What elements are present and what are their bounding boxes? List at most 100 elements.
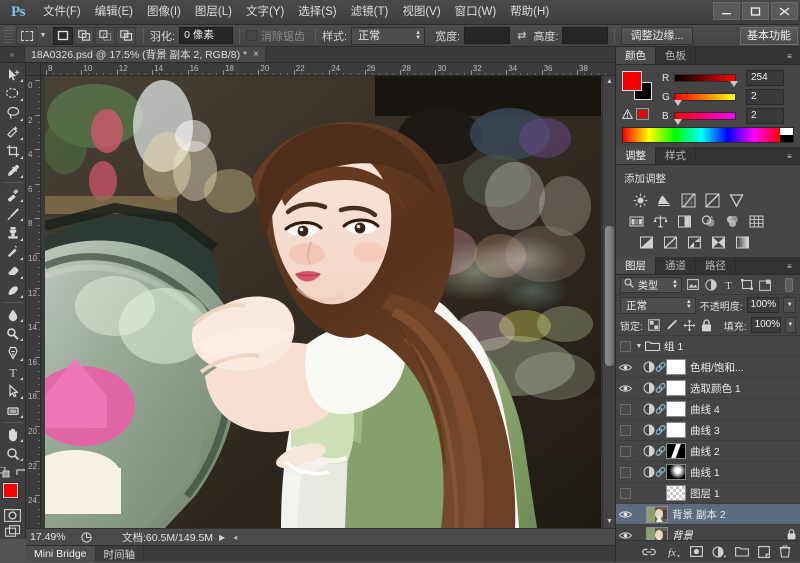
tab-layers[interactable]: 图层 bbox=[616, 257, 656, 274]
default-colors-icon[interactable] bbox=[0, 467, 10, 480]
channel-value-b[interactable]: 2 bbox=[746, 108, 784, 124]
foreground-color-swatch[interactable] bbox=[3, 483, 18, 498]
new-layer-icon[interactable] bbox=[758, 541, 770, 563]
layer-visibility-toggle[interactable] bbox=[616, 483, 634, 504]
channel-mixer-icon[interactable] bbox=[722, 212, 742, 230]
quick-selection-tool[interactable] bbox=[1, 123, 25, 142]
layer-thumbnail[interactable] bbox=[646, 506, 668, 523]
add-mask-icon[interactable] bbox=[690, 541, 703, 563]
tab-styles[interactable]: 样式 bbox=[656, 147, 696, 164]
opacity-value[interactable]: 100% bbox=[747, 297, 780, 313]
brightness-contrast-icon[interactable] bbox=[630, 191, 650, 209]
zoom-tool[interactable] bbox=[1, 444, 25, 463]
gradient-map-icon[interactable] bbox=[732, 233, 752, 251]
intersect-selection-icon[interactable] bbox=[116, 27, 136, 45]
channel-value-r[interactable]: 254 bbox=[746, 70, 784, 86]
levels-icon[interactable] bbox=[654, 191, 674, 209]
link-icon[interactable]: 🔗 bbox=[656, 446, 666, 457]
quick-mask-icon[interactable] bbox=[1, 508, 25, 524]
layer-visibility-toggle[interactable] bbox=[616, 378, 634, 399]
options-bar-grip[interactable] bbox=[4, 27, 14, 45]
table-row[interactable]: 🔗 曲线 1 bbox=[616, 462, 800, 483]
table-row[interactable]: 🔗 色相/饱和... bbox=[616, 357, 800, 378]
tab-timeline[interactable]: 时间轴 bbox=[96, 546, 145, 562]
history-brush-tool[interactable] bbox=[1, 243, 25, 262]
panel-menu-icon[interactable]: ≡ bbox=[783, 261, 796, 271]
curves-icon[interactable] bbox=[678, 191, 698, 209]
swap-colors-icon[interactable] bbox=[15, 467, 26, 480]
tab-channels[interactable]: 通道 bbox=[656, 257, 696, 274]
fill-value[interactable]: 100% bbox=[751, 317, 781, 333]
menu-filter[interactable]: 滤镜(T) bbox=[344, 0, 396, 25]
menu-help[interactable]: 帮助(H) bbox=[503, 0, 556, 25]
maximize-button[interactable] bbox=[742, 2, 769, 20]
shape-tool[interactable] bbox=[1, 401, 25, 420]
minimize-button[interactable] bbox=[713, 2, 740, 20]
fill-slider-caret-icon[interactable]: ▼ bbox=[785, 317, 796, 333]
scroll-down-arrow-icon[interactable]: ▼ bbox=[606, 518, 613, 525]
tab-color[interactable]: 颜色 bbox=[616, 47, 656, 64]
lock-transparency-icon[interactable] bbox=[647, 317, 661, 333]
invert-icon[interactable] bbox=[636, 233, 656, 251]
canvas-area[interactable]: ▲ ▼ bbox=[41, 76, 615, 528]
eyedropper-tool[interactable] bbox=[1, 161, 25, 180]
slider-b[interactable] bbox=[674, 112, 736, 120]
menu-type[interactable]: 文字(Y) bbox=[239, 0, 291, 25]
lock-position-icon[interactable] bbox=[682, 317, 696, 333]
type-tool[interactable]: T bbox=[1, 363, 25, 382]
hand-tool[interactable] bbox=[1, 425, 25, 444]
antialias-checkbox[interactable] bbox=[246, 30, 257, 41]
lasso-tool[interactable] bbox=[1, 103, 25, 122]
posterize-icon[interactable] bbox=[660, 233, 680, 251]
filter-type-icon[interactable]: T bbox=[721, 277, 736, 293]
layer-visibility-toggle[interactable] bbox=[616, 399, 634, 420]
new-group-icon[interactable] bbox=[735, 541, 749, 563]
new-selection-icon[interactable] bbox=[53, 27, 73, 45]
table-row[interactable]: 🔗 选取颜色 1 bbox=[616, 378, 800, 399]
eraser-tool[interactable] bbox=[1, 262, 25, 281]
move-tool[interactable] bbox=[1, 65, 25, 84]
new-adjustment-layer-icon[interactable] bbox=[712, 541, 726, 563]
opacity-slider-caret-icon[interactable]: ▼ bbox=[783, 297, 796, 313]
filter-toggle-icon[interactable] bbox=[781, 277, 796, 293]
document-tab[interactable]: 18A0326.psd @ 17.5% (背景 副本 2, RGB/8) * × bbox=[24, 46, 266, 62]
link-icon[interactable]: 🔗 bbox=[656, 404, 666, 415]
table-row[interactable]: 🔗 曲线 2 bbox=[616, 441, 800, 462]
delete-layer-icon[interactable] bbox=[779, 541, 791, 563]
layer-visibility-toggle[interactable] bbox=[616, 336, 634, 357]
layer-thumbnail[interactable] bbox=[666, 485, 686, 501]
layer-mask-thumbnail[interactable] bbox=[666, 464, 686, 480]
canvas-horizontal-scrollbar-area[interactable] bbox=[41, 528, 615, 545]
rectangular-marquee-tool[interactable] bbox=[1, 84, 25, 103]
scrollbar-thumb[interactable] bbox=[605, 226, 614, 366]
lock-all-icon[interactable] bbox=[700, 317, 714, 333]
lock-image-icon[interactable] bbox=[665, 317, 679, 333]
workspace-switcher-button[interactable]: 基本功能 bbox=[740, 27, 798, 45]
color-panel-swatches[interactable] bbox=[622, 71, 656, 101]
layer-mask-thumbnail[interactable] bbox=[666, 380, 686, 396]
table-row[interactable]: ▼ 组 1 bbox=[616, 336, 800, 357]
swap-dimensions-icon[interactable]: ⇄ bbox=[517, 29, 526, 42]
blend-mode-select[interactable]: 正常 ▲▼ bbox=[620, 297, 696, 314]
link-icon[interactable]: 🔗 bbox=[656, 362, 666, 373]
menu-image[interactable]: 图像(I) bbox=[140, 0, 188, 25]
feather-input[interactable]: 0 像素 bbox=[179, 27, 233, 44]
layer-mask-thumbnail[interactable] bbox=[666, 401, 686, 417]
layer-filter-type-select[interactable]: 类型 ▲▼ bbox=[620, 277, 682, 293]
out-of-gamut-warning-icon[interactable] bbox=[622, 109, 633, 122]
layer-visibility-toggle[interactable] bbox=[616, 504, 634, 525]
document-image[interactable] bbox=[45, 76, 601, 528]
filter-adjustment-icon[interactable] bbox=[703, 277, 718, 293]
add-to-selection-icon[interactable] bbox=[74, 27, 94, 45]
link-icon[interactable]: 🔗 bbox=[656, 467, 666, 478]
updown-arrows-icon[interactable]: ▲▼ bbox=[672, 280, 678, 290]
color-spectrum-bar[interactable] bbox=[622, 127, 794, 143]
screen-mode-icon[interactable] bbox=[1, 523, 25, 539]
layer-mask-thumbnail[interactable] bbox=[666, 359, 686, 375]
channel-value-g[interactable]: 2 bbox=[746, 89, 784, 105]
blur-tool[interactable] bbox=[1, 305, 25, 324]
filter-pixel-icon[interactable] bbox=[685, 277, 700, 293]
layer-visibility-toggle[interactable] bbox=[616, 441, 634, 462]
black-white-icon[interactable] bbox=[674, 212, 694, 230]
table-row[interactable]: 🔗 曲线 3 bbox=[616, 420, 800, 441]
